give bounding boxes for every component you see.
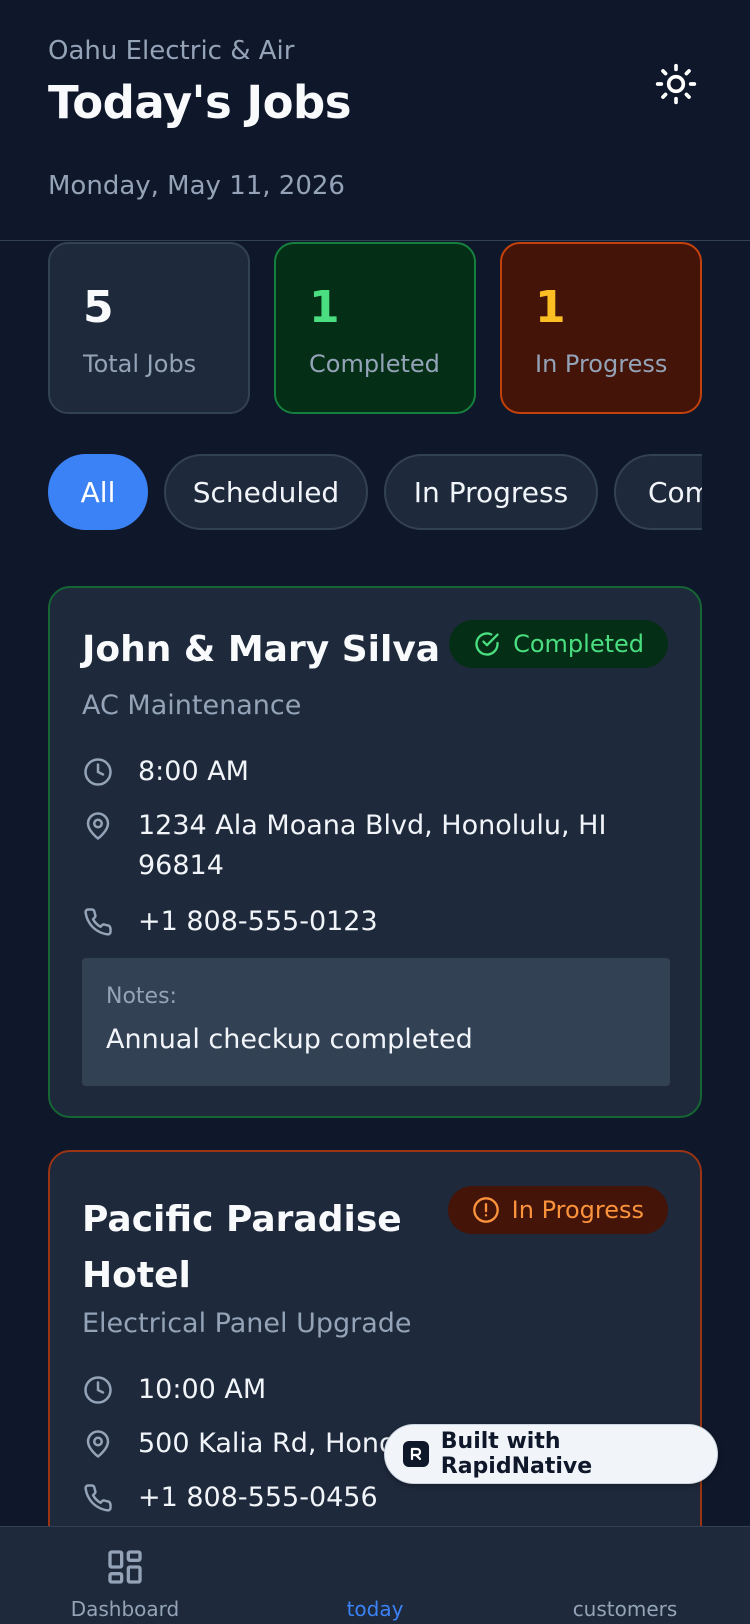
service-type: AC Maintenance (82, 690, 302, 721)
phone-icon (82, 906, 114, 938)
tab-label: customers (572, 1597, 678, 1621)
filter-chip-completed[interactable]: Completed (614, 454, 702, 530)
status-badge: Completed (449, 620, 668, 668)
job-phone-row[interactable]: +1 808-555-0123 (82, 902, 628, 942)
phone-icon (82, 1482, 114, 1514)
tab-customers[interactable]: customers (500, 1527, 750, 1624)
bottom-tab-bar: Dashboard today customers (0, 1526, 750, 1624)
header: Oahu Electric & Air Today's Jobs Monday,… (0, 0, 750, 241)
job-time-row: 10:00 AM (82, 1370, 628, 1410)
status-text: Completed (513, 630, 644, 658)
tab-today[interactable]: today (250, 1527, 500, 1624)
map-pin-icon (82, 1428, 114, 1460)
customer-name: Pacific Paradise Hotel (82, 1199, 402, 1296)
stat-label: In Progress (535, 350, 668, 378)
customer-name: John & Mary Silva (82, 629, 441, 670)
stat-total-jobs: 5 Total Jobs (48, 242, 250, 414)
job-card[interactable]: Pacific Paradise Hotel In Progress Elect… (48, 1150, 702, 1550)
job-time-row: 8:00 AM (82, 752, 628, 792)
stat-value: 5 (83, 282, 114, 333)
status-text: In Progress (511, 1196, 644, 1224)
status-badge: In Progress (447, 1186, 668, 1234)
map-pin-icon (82, 810, 114, 842)
tab-dashboard[interactable]: Dashboard (0, 1527, 250, 1624)
status-filter-bar: All Scheduled In Progress Completed (48, 454, 702, 530)
stat-in-progress: 1 In Progress (500, 242, 702, 414)
job-time: 10:00 AM (138, 1374, 267, 1405)
job-card[interactable]: John & Mary Silva Completed AC Maintenan… (48, 586, 702, 1118)
service-type: Electrical Panel Upgrade (82, 1308, 412, 1339)
built-with-badge[interactable]: Built with RapidNative (384, 1424, 718, 1484)
job-notes: Notes: Annual checkup completed (82, 958, 670, 1086)
job-time: 8:00 AM (138, 756, 249, 787)
job-address: 1234 Ala Moana Blvd, Honolulu, HI 96814 (138, 810, 607, 881)
built-with-text: Built with RapidNative (440, 1429, 593, 1479)
check-circle-icon (475, 632, 499, 656)
job-phone: +1 808-555-0456 (138, 1482, 378, 1513)
filter-chip-scheduled[interactable]: Scheduled (164, 454, 368, 530)
current-date: Monday, May 11, 2026 (48, 171, 345, 201)
clock-icon (82, 756, 114, 788)
filter-chip-in-progress[interactable]: In Progress (384, 454, 598, 530)
stat-value: 1 (309, 282, 340, 333)
page-title: Today's Jobs (48, 76, 352, 129)
clock-icon (82, 1374, 114, 1406)
notes-label: Notes: (106, 984, 177, 1009)
stat-label: Total Jobs (83, 350, 197, 378)
grid-icon (108, 1550, 142, 1584)
stat-value: 1 (535, 282, 566, 333)
theme-toggle-button[interactable] (652, 60, 700, 108)
filter-chip-all[interactable]: All (48, 454, 148, 530)
notes-text: Annual checkup completed (106, 1024, 473, 1055)
tab-label: today (346, 1597, 404, 1621)
company-name: Oahu Electric & Air (48, 36, 295, 66)
job-address-row[interactable]: 1234 Ala Moana Blvd, Honolulu, HI 96814 (82, 806, 628, 886)
sun-icon (655, 63, 697, 105)
stat-completed: 1 Completed (274, 242, 476, 414)
stat-label: Completed (309, 350, 440, 378)
job-phone: +1 808-555-0123 (138, 906, 378, 937)
job-phone-row[interactable]: +1 808-555-0456 (82, 1478, 628, 1518)
rapidnative-logo-icon (403, 1441, 429, 1467)
alert-circle-icon (472, 1197, 499, 1223)
tab-label: Dashboard (70, 1597, 180, 1621)
